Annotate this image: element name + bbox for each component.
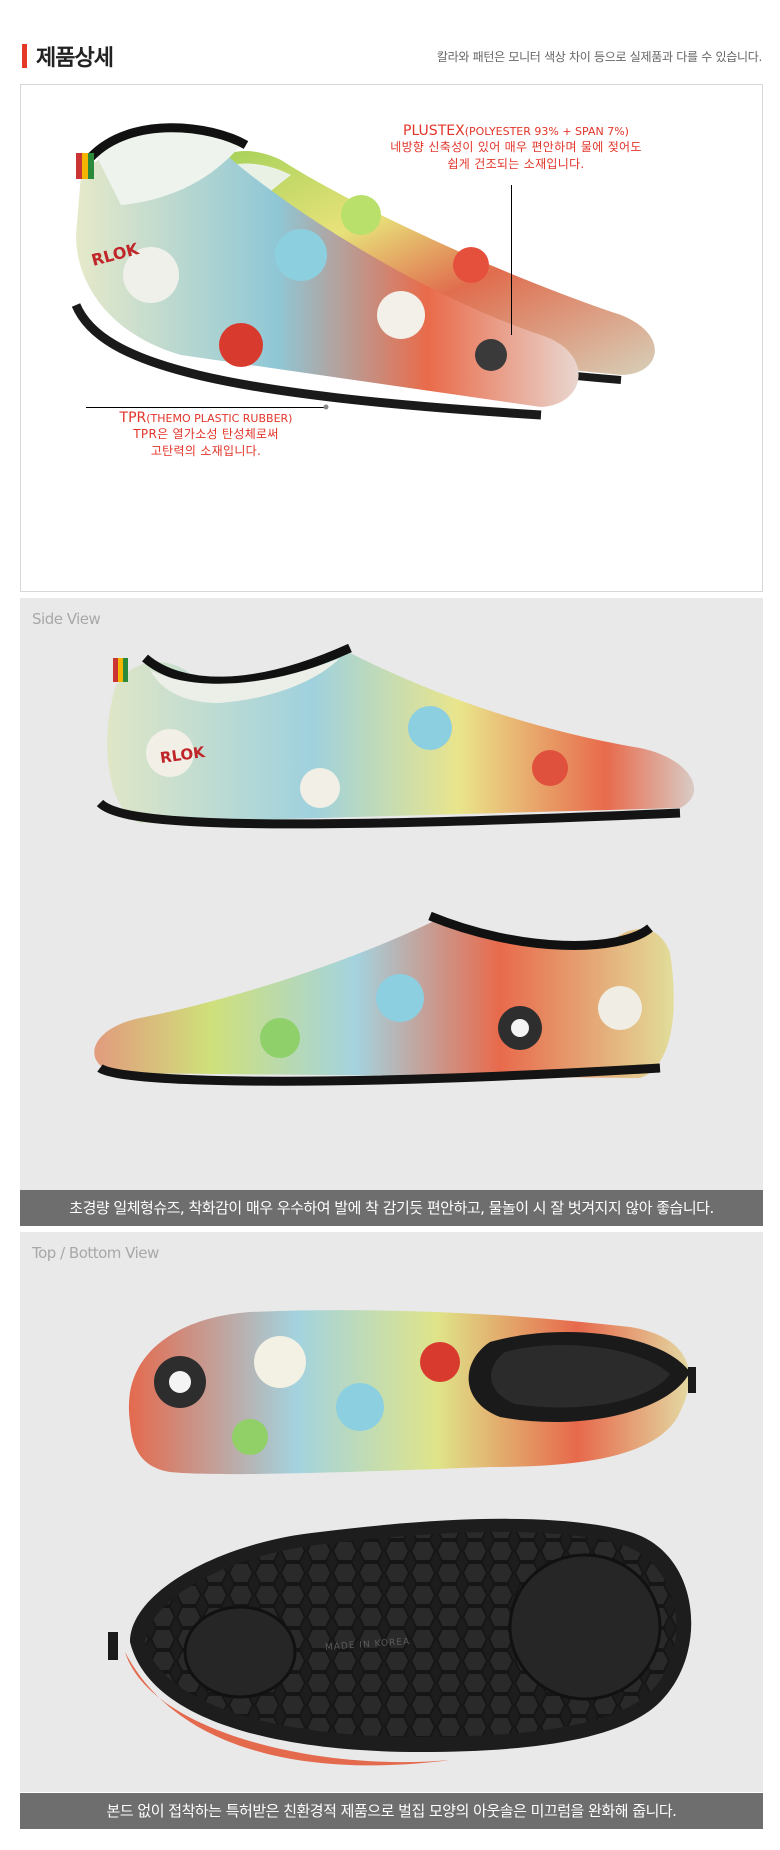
side-view-caption: 초경량 일체형슈즈, 착화감이 매우 우수하여 발에 착 감기듯 편안하고, 물… xyxy=(20,1190,763,1226)
sole-material-annotation: TPR(THEMO PLASTIC RUBBER) TPR은 열가소성 탄성체로… xyxy=(81,410,331,460)
upper-material-desc-1: 네방향 신축성이 있어 매우 편안하며 물에 젖어도 xyxy=(390,140,642,154)
top-bottom-view-image xyxy=(108,1310,696,1766)
materials-panel: RLOK PLUSTEX(POLYESTER 93% + SPAN 7%) 네방… xyxy=(20,84,763,592)
upper-material-annotation: PLUSTEX(POLYESTER 93% + SPAN 7%) 네방향 신축성… xyxy=(381,123,651,173)
top-bottom-view-caption: 본드 없이 접착하는 특허받은 친환경적 제품으로 벌집 모양의 아웃솔은 미끄… xyxy=(20,1793,763,1829)
upper-material-desc-2: 쉽게 건조되는 소재입니다. xyxy=(447,157,585,171)
upper-material-name: PLUSTEX xyxy=(403,123,465,139)
title-accent-bar xyxy=(22,44,27,68)
sole-material-desc-2: 고탄력의 소재입니다. xyxy=(150,444,262,458)
sole-material-name: TPR xyxy=(119,410,147,426)
side-view-panel: Side View RLOK xyxy=(20,598,763,1190)
sole-material-spec: (THEMO PLASTIC RUBBER) xyxy=(146,412,293,425)
color-notice: 칼라와 패턴은 모니터 색상 차이 등으로 실제품과 다를 수 있습니다. xyxy=(436,50,762,64)
top-bottom-view-panel: Top / Bottom View MADE IN KOREA xyxy=(20,1232,763,1792)
side-view-image xyxy=(94,643,695,1086)
page-title: 제품상세 xyxy=(36,46,114,71)
upper-material-spec: (POLYESTER 93% + SPAN 7%) xyxy=(464,125,629,138)
sole-material-desc-1: TPR은 열가소성 탄성체로써 xyxy=(133,427,279,441)
